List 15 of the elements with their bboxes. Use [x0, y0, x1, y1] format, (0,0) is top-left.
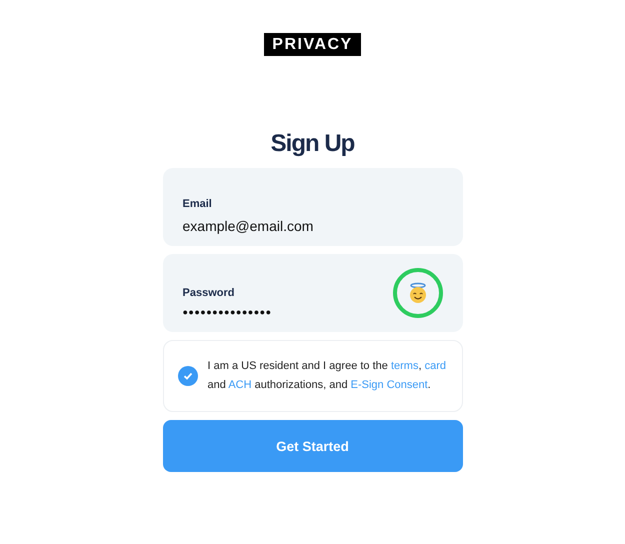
page-title: Sign Up: [270, 130, 354, 158]
consent-link[interactable]: E-Sign Consent: [350, 379, 428, 391]
field-label: Email: [182, 198, 212, 210]
consent-link[interactable]: terms: [390, 360, 418, 372]
email-input[interactable]: example@email.com: [182, 218, 382, 234]
consent-text: I am a US resident and I agree to the terms, card and ACH authorizations, and E-Sign Consent.: [208, 359, 447, 393]
get-started-button[interactable]: Get Started: [162, 420, 462, 472]
consent-link[interactable]: ACH: [228, 379, 252, 391]
checkbox[interactable]: [178, 366, 198, 386]
field-label: Password: [182, 287, 234, 299]
logo: PRIVACY: [264, 33, 361, 56]
password-input[interactable]: ●●●●●●●●●●●●●●●: [182, 307, 382, 317]
consent-link[interactable]: card: [424, 360, 446, 372]
password-toggle-button[interactable]: [392, 268, 442, 318]
checkmark-icon: [182, 371, 192, 381]
